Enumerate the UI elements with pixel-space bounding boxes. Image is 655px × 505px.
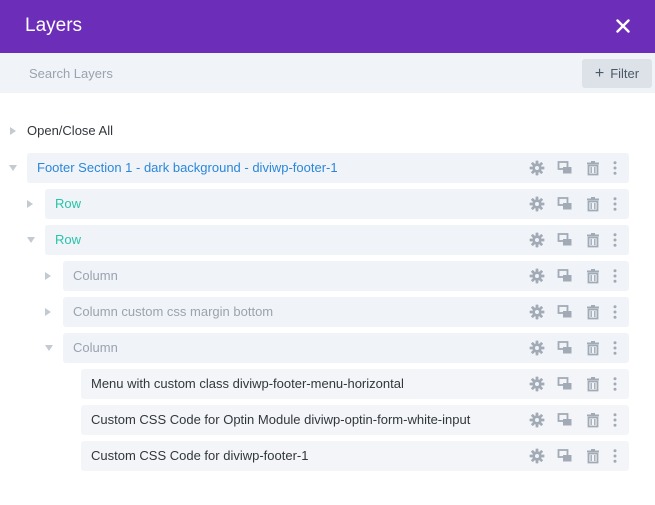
duplicate-icon[interactable]	[557, 232, 573, 248]
gear-icon[interactable]	[529, 376, 545, 392]
layer-column[interactable]: Column	[63, 261, 629, 291]
more-icon[interactable]	[607, 196, 623, 212]
trash-icon[interactable]	[585, 196, 601, 212]
layer-actions	[519, 268, 629, 284]
more-icon[interactable]	[607, 160, 623, 176]
trash-icon[interactable]	[585, 304, 601, 320]
more-icon[interactable]	[607, 448, 623, 464]
trash-icon[interactable]	[585, 268, 601, 284]
layer-label: Row	[55, 232, 82, 247]
gear-icon[interactable]	[529, 304, 545, 320]
layer-column[interactable]: Column	[63, 333, 629, 363]
filter-button[interactable]: + Filter	[582, 59, 652, 88]
duplicate-icon[interactable]	[557, 448, 573, 464]
trash-icon[interactable]	[585, 376, 601, 392]
layers-header: Layers	[0, 0, 655, 53]
layer-label: Column	[73, 268, 118, 283]
layer-section[interactable]: Footer Section 1 - dark background - div…	[27, 153, 629, 183]
gear-icon[interactable]	[529, 232, 545, 248]
caret-right-icon[interactable]	[27, 200, 33, 208]
caret-right-icon[interactable]	[45, 272, 51, 280]
layer-column[interactable]: Column custom css margin bottom	[63, 297, 629, 327]
layer-module[interactable]: Menu with custom class diviwp-footer-men…	[81, 369, 629, 399]
duplicate-icon[interactable]	[557, 304, 573, 320]
gear-icon[interactable]	[529, 196, 545, 212]
filter-label: Filter	[610, 66, 640, 81]
duplicate-icon[interactable]	[557, 196, 573, 212]
layer-label: Column custom css margin bottom	[73, 304, 274, 319]
gear-icon[interactable]	[529, 448, 545, 464]
layers-title: Layers	[25, 15, 83, 36]
close-icon[interactable]	[612, 15, 634, 37]
gear-icon[interactable]	[529, 340, 545, 356]
layer-actions	[519, 196, 629, 212]
layer-actions	[519, 304, 629, 320]
trash-icon[interactable]	[585, 232, 601, 248]
more-icon[interactable]	[607, 376, 623, 392]
layer-label: Custom CSS Code for diviwp-footer-1	[91, 448, 309, 463]
more-icon[interactable]	[607, 412, 623, 428]
layer-row[interactable]: Row	[45, 225, 629, 255]
layer-label: Footer Section 1 - dark background - div…	[37, 160, 338, 175]
search-bar	[0, 53, 655, 93]
layer-label: Menu with custom class diviwp-footer-men…	[91, 376, 404, 391]
duplicate-icon[interactable]	[557, 160, 573, 176]
duplicate-icon[interactable]	[557, 340, 573, 356]
search-input[interactable]	[0, 53, 575, 93]
layer-module[interactable]: Custom CSS Code for diviwp-footer-1	[81, 441, 629, 471]
gear-icon[interactable]	[529, 412, 545, 428]
caret-down-icon[interactable]	[9, 165, 17, 171]
trash-icon[interactable]	[585, 160, 601, 176]
trash-icon[interactable]	[585, 448, 601, 464]
layer-module[interactable]: Custom CSS Code for Optin Module diviwp-…	[81, 405, 629, 435]
layer-actions	[519, 376, 629, 392]
layer-label: Custom CSS Code for Optin Module diviwp-…	[91, 412, 471, 427]
trash-icon[interactable]	[585, 340, 601, 356]
open-close-all[interactable]: Open/Close All	[0, 120, 200, 142]
plus-icon: +	[594, 64, 605, 82]
gear-icon[interactable]	[529, 268, 545, 284]
layer-actions	[519, 340, 629, 356]
more-icon[interactable]	[607, 268, 623, 284]
layer-actions	[519, 412, 629, 428]
caret-down-icon[interactable]	[45, 345, 53, 351]
more-icon[interactable]	[607, 304, 623, 320]
layer-actions	[519, 232, 629, 248]
layer-actions	[519, 448, 629, 464]
more-icon[interactable]	[607, 340, 623, 356]
caret-down-icon[interactable]	[27, 237, 35, 243]
caret-right-icon[interactable]	[45, 308, 51, 316]
duplicate-icon[interactable]	[557, 268, 573, 284]
layer-row[interactable]: Row	[45, 189, 629, 219]
open-close-all-label: Open/Close All	[27, 123, 113, 138]
layer-label: Column	[73, 340, 118, 355]
duplicate-icon[interactable]	[557, 412, 573, 428]
gear-icon[interactable]	[529, 160, 545, 176]
duplicate-icon[interactable]	[557, 376, 573, 392]
caret-right-icon	[10, 127, 16, 135]
more-icon[interactable]	[607, 232, 623, 248]
layer-actions	[519, 160, 629, 176]
layer-label: Row	[55, 196, 82, 211]
trash-icon[interactable]	[585, 412, 601, 428]
